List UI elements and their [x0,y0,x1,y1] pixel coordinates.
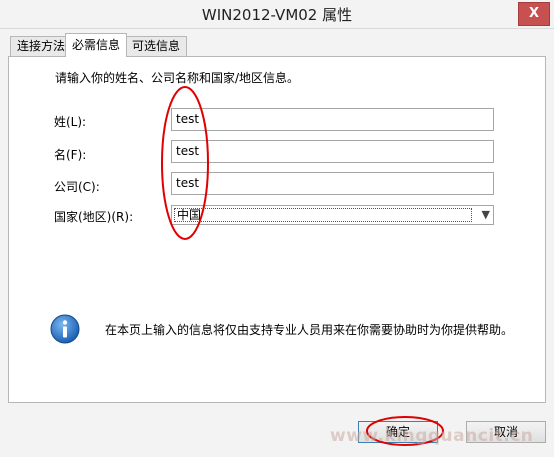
chevron-down-icon[interactable]: ▼ [482,206,490,224]
country-select[interactable]: 中国 ▼ [171,205,494,225]
last-name-field[interactable]: test [171,108,494,131]
info-icon [50,314,80,344]
ok-button[interactable]: 确定 [358,421,438,443]
first-name-label: 名(F): [54,148,87,162]
title-bar: WIN2012-VM02 属性 X [0,0,554,29]
cancel-button[interactable]: 取消 [466,421,546,443]
close-button[interactable]: X [518,2,550,26]
window-title: WIN2012-VM02 属性 [201,6,353,24]
last-name-label: 姓(L): [54,115,87,129]
info-text: 在本页上输入的信息将仅由支持专业人员用来在你需要协助时为你提供帮助。 [105,323,514,337]
country-label: 国家(地区)(R): [54,210,134,224]
tab-optional-info[interactable]: 可选信息 [125,36,188,56]
country-selected-value: 中国 [174,208,472,222]
tab-connection-method[interactable]: 连接方法 [10,36,73,56]
company-field[interactable]: test [171,172,494,195]
first-name-field[interactable]: test [171,140,494,163]
tab-required-info[interactable]: 必需信息 [65,33,128,57]
required-info-panel: 请输入你的姓名、公司名称和国家/地区信息。 姓(L): test 名(F): t… [8,56,546,403]
company-label: 公司(C): [54,180,100,194]
intro-text: 请输入你的姓名、公司名称和国家/地区信息。 [55,71,300,85]
